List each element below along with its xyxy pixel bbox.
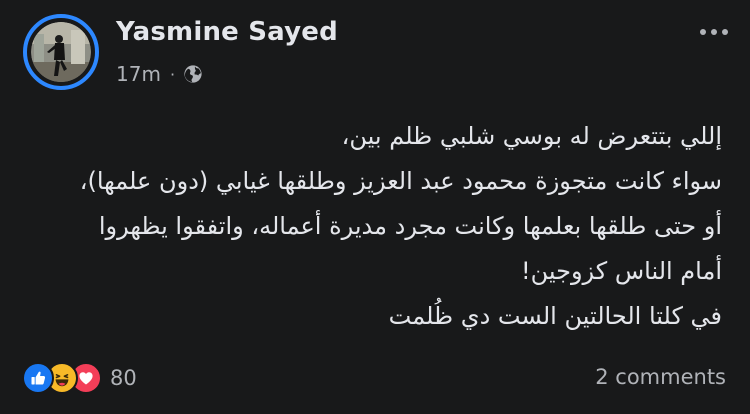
reactions-summary[interactable]: 80 <box>22 362 137 394</box>
post-text-line: في كلتا الحالتين الست دي ظُلمت <box>388 302 722 330</box>
more-options-icon[interactable] <box>700 20 728 44</box>
globe-icon[interactable] <box>183 64 203 84</box>
post-text-line: أمام الناس كزوجين! <box>520 257 722 285</box>
more-dot <box>700 29 706 35</box>
comments-count-link[interactable]: 2 comments <box>595 365 726 389</box>
meta-separator: · <box>169 64 176 84</box>
like-icon <box>22 362 54 394</box>
avatar[interactable] <box>31 22 91 82</box>
more-dot <box>711 29 717 35</box>
facebook-post: Yasmine Sayed 17m · إللي بتتعرض له بوسي … <box>0 0 750 414</box>
avatar-story-ring[interactable] <box>23 14 99 90</box>
reaction-count: 80 <box>110 366 137 390</box>
post-timestamp[interactable]: 17m <box>116 62 161 86</box>
author-name[interactable]: Yasmine Sayed <box>116 17 338 47</box>
post-body-text: إللي بتتعرض له بوسي شلبي ظلم بين، سواء ك… <box>32 114 722 339</box>
post-text-line: إللي بتتعرض له بوسي شلبي ظلم بين، <box>341 122 722 150</box>
post-meta: 17m · <box>116 60 203 88</box>
post-text-line: أو حتى طلقها بعلمها وكانت مجرد مديرة أعم… <box>98 212 722 240</box>
post-text-line: سواء كانت متجوزة محمود عبد العزيز وطلقها… <box>79 167 722 195</box>
more-dot <box>722 29 728 35</box>
